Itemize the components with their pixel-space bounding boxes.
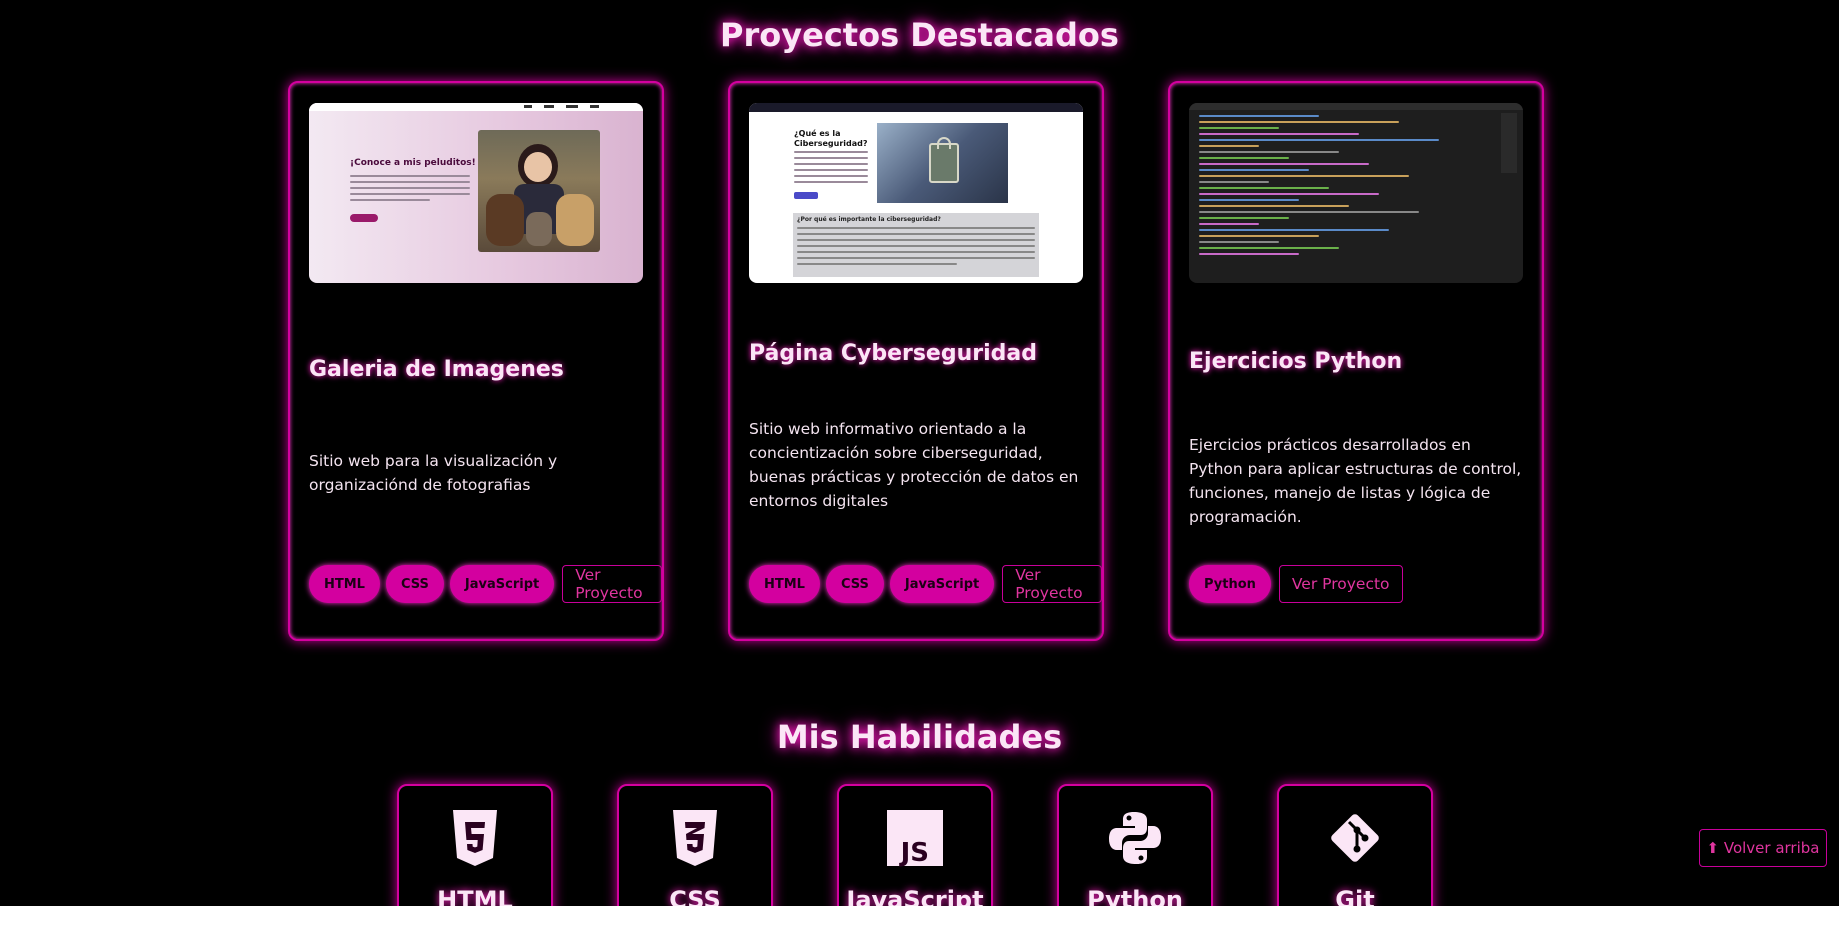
tag-python: Python <box>1189 565 1271 603</box>
project-tags: HTML CSS JavaScript Ver Proyecto <box>749 565 1102 603</box>
project-tags: HTML CSS JavaScript Ver Proyecto <box>309 565 662 603</box>
tag-css: CSS <box>825 565 884 603</box>
thumb-subheading: ¿Por qué es importante la ciberseguridad… <box>797 216 941 223</box>
skill-card-html: HTML <box>397 784 553 906</box>
project-thumbnail-ciberseguridad[interactable]: ¿Qué es la Ciberseguridad? ¿Por qué es i… <box>749 103 1083 283</box>
javascript-icon: JS <box>887 810 943 868</box>
skill-card-javascript: JS JavaScript <box>837 784 993 906</box>
skills-section-title: Mis Habilidades <box>776 718 1063 756</box>
skill-label: Git <box>1335 886 1375 906</box>
git-icon <box>1331 814 1379 862</box>
html5-icon <box>453 810 497 866</box>
tag-html: HTML <box>749 565 820 603</box>
project-description: Sitio web para la visualización y organi… <box>309 452 558 494</box>
project-card-ciberseguridad: ¿Qué es la Ciberseguridad? ¿Por qué es i… <box>728 81 1104 641</box>
skill-label: Python <box>1087 886 1183 906</box>
skill-card-git: Git <box>1277 784 1433 906</box>
thumb-heading: ¿Qué es la Ciberseguridad? <box>794 129 868 148</box>
skill-card-python: Python <box>1057 784 1213 906</box>
view-project-button[interactable]: Ver Proyecto <box>562 565 662 603</box>
project-title: Página Cyberseguridad <box>749 341 1037 366</box>
project-thumbnail-galeria[interactable]: ¡Conoce a mis peluditos! <box>309 103 643 283</box>
project-card-galeria: ¡Conoce a mis peluditos! Galeria de Imag… <box>288 81 664 641</box>
tag-javascript: JavaScript <box>449 565 555 603</box>
project-thumbnail-python[interactable] <box>1189 103 1523 283</box>
thumb-heading: ¡Conoce a mis peluditos! <box>350 158 476 168</box>
css3-icon <box>673 810 717 866</box>
project-description: Ejercicios prácticos desarrollados en Py… <box>1189 436 1522 526</box>
project-title: Galeria de Imagenes <box>309 357 564 382</box>
tag-html: HTML <box>309 565 380 603</box>
svg-text:JS: JS <box>899 838 929 868</box>
skill-label: CSS <box>669 886 721 906</box>
tag-css: CSS <box>385 565 444 603</box>
project-card-python: Ejercicios Python Ejercicios prácticos d… <box>1168 81 1544 641</box>
skill-label: JavaScript <box>846 886 984 906</box>
project-title: Ejercicios Python <box>1189 349 1403 374</box>
view-project-button[interactable]: Ver Proyecto <box>1278 565 1403 603</box>
projects-section-title: Proyectos Destacados <box>720 16 1119 54</box>
view-project-button[interactable]: Ver Proyecto <box>1002 565 1102 603</box>
page-viewport: Proyectos Destacados ¡Conoce a mis pelud… <box>0 0 1839 906</box>
project-description: Sitio web informativo orientado a la con… <box>749 420 1079 510</box>
skill-card-css: CSS <box>617 784 773 906</box>
python-icon <box>1109 812 1161 864</box>
back-to-top-button[interactable]: ⬆ Volver arriba <box>1699 829 1827 867</box>
skill-label: HTML <box>437 886 513 906</box>
project-tags: Python Ver Proyecto <box>1189 565 1403 603</box>
tag-javascript: JavaScript <box>889 565 995 603</box>
